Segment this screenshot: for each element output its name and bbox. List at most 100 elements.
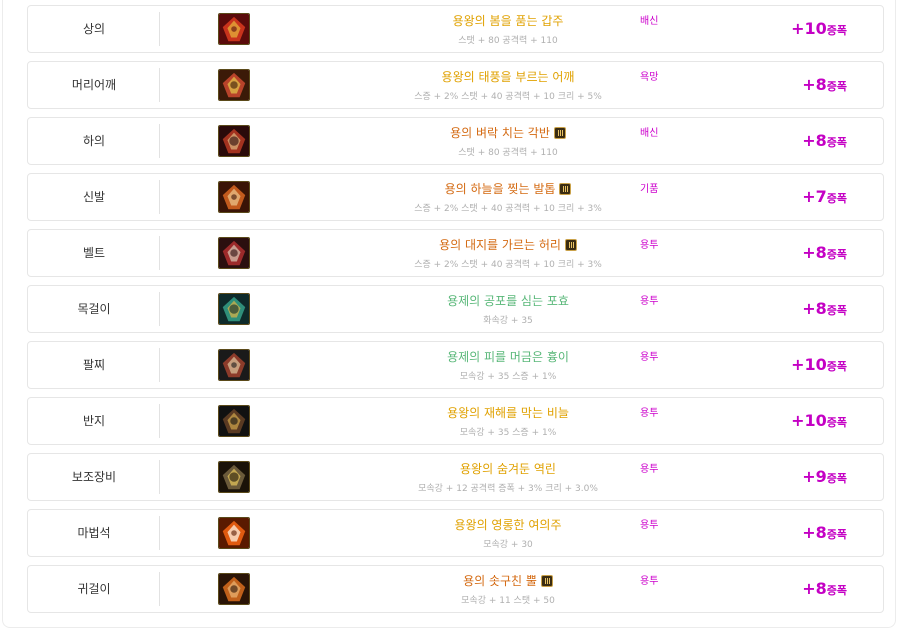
amplify-value: +9 [802,467,827,486]
item-name-text: 용의 솟구친 뿔 [463,574,537,588]
amplify-level: +8증폭 [802,579,847,598]
tier-three-icon [540,575,553,587]
item-stats: 스탯 + 80 공격력 + 110 [458,36,558,46]
item-stats: 모속강 + 30 [483,540,533,550]
slot-label: 상의 [82,22,106,36]
slot-label: 목걸이 [77,302,111,316]
equipment-row-11[interactable]: 귀걸이 용의 솟구친 뿔 모속강 + 11 스탯 + 50 용투 +8증폭 [27,565,884,613]
slot-label: 벨트 [82,246,106,260]
slot-label: 머리어깨 [71,78,117,92]
set-tag: 욕망 [640,72,659,83]
divider [159,348,160,382]
divider [159,180,160,214]
divider [159,236,160,270]
amplify-value: +8 [802,299,827,318]
tier-three-icon [553,127,566,139]
set-tag: 용투 [640,296,659,307]
equipment-row-3[interactable]: 하의 용의 벼락 치는 각반 스탯 + 80 공격력 + 110 배신 +8증폭 [27,117,884,165]
dragon-armor-top-icon[interactable] [218,13,250,45]
item-name-text: 용왕의 영롱한 여의주 [454,518,562,532]
amplify-value: +8 [802,131,827,150]
slot-label: 하의 [82,134,106,148]
amplify-level: +10증폭 [791,355,847,374]
dragon-orb-icon[interactable] [218,517,250,549]
equipment-row-7[interactable]: 팔찌 용제의 피를 머금은 흉이 모속강 + 35 스증 + 1% 용투 +10… [27,341,884,389]
amplify-value: +10 [791,411,827,430]
slot-label: 팔찌 [82,358,106,372]
equipment-row-8[interactable]: 반지 용왕의 재해를 막는 비늘 모속강 + 35 스증 + 1% 용투 +10… [27,397,884,445]
dragon-scale-subequip-icon[interactable] [218,461,250,493]
set-tag: 용투 [640,408,659,419]
item-name-text: 용왕의 봄을 품는 갑주 [452,14,564,28]
item-name-text: 용왕의 태풍을 부르는 어깨 [441,70,575,84]
amplify-unit: 증폭 [826,304,847,317]
divider [159,12,160,46]
amplify-level: +10증폭 [791,19,847,38]
amplify-unit: 증폭 [826,472,847,485]
set-tag: 용투 [640,464,659,475]
amplify-unit: 증폭 [826,248,847,261]
item-stats: 모속강 + 35 스증 + 1% [459,428,557,438]
item-name-text: 용제의 피를 머금은 흉이 [447,350,569,364]
dragon-earring-icon[interactable] [218,573,250,605]
amplify-level: +8증폭 [802,299,847,318]
equipment-list: 상의 용왕의 봄을 품는 갑주 스탯 + 80 공격력 + 110 배신 +10… [27,5,884,621]
item-name-text: 용의 벼락 치는 각반 [450,126,550,140]
item-name-text: 용왕의 숨겨둔 역린 [460,462,556,476]
set-tag: 용투 [640,352,659,363]
amplify-value: +8 [802,579,827,598]
dragon-bracelet-icon[interactable] [218,349,250,381]
item-stats: 스탯 + 80 공격력 + 110 [458,148,558,158]
divider [159,516,160,550]
amplify-level: +8증폭 [802,75,847,94]
equipment-row-1[interactable]: 상의 용왕의 봄을 품는 갑주 스탯 + 80 공격력 + 110 배신 +10… [27,5,884,53]
equipment-row-2[interactable]: 머리어깨 용왕의 태풍을 부르는 어깨 스증 + 2% 스탯 + 40 공격력 … [27,61,884,109]
set-tag: 배신 [640,16,659,27]
divider [159,68,160,102]
tier-three-icon [559,183,572,195]
item-name-text: 용왕의 재해를 막는 비늘 [447,406,569,420]
equipment-row-4[interactable]: 신발 용의 하늘을 찢는 발톱 스증 + 2% 스탯 + 40 공격력 + 10… [27,173,884,221]
set-tag: 용투 [640,576,659,587]
amplify-unit: 증폭 [826,528,847,541]
amplify-unit: 증폭 [826,80,847,93]
item-stats: 스증 + 2% 스탯 + 40 공격력 + 10 크리 + 3% [414,204,602,214]
set-tag: 용투 [640,520,659,531]
amplify-unit: 증폭 [826,136,847,149]
slot-label: 신발 [82,190,106,204]
amplify-unit: 증폭 [826,360,847,373]
dragon-necklace-icon[interactable] [218,293,250,325]
tier-three-icon [564,239,577,251]
amplify-value: +8 [802,75,827,94]
amplify-value: +8 [802,243,827,262]
equipment-panel: 상의 용왕의 봄을 품는 갑주 스탯 + 80 공격력 + 110 배신 +10… [2,0,896,628]
dragon-ring-icon[interactable] [218,405,250,437]
item-stats: 모속강 + 11 스탯 + 50 [461,596,555,606]
item-stats: 모속강 + 12 공격력 증폭 + 3% 크리 + 3.0% [418,484,598,494]
dragon-boots-icon[interactable] [218,181,250,213]
item-name-text: 용의 하늘을 찢는 발톱 [444,182,556,196]
item-stats: 스증 + 2% 스탯 + 40 공격력 + 10 크리 + 5% [414,92,602,102]
equipment-row-9[interactable]: 보조장비 용왕의 숨겨둔 역린 모속강 + 12 공격력 증폭 + 3% 크리 … [27,453,884,501]
equipment-row-10[interactable]: 마법석 용왕의 영롱한 여의주 모속강 + 30 용투 +8증폭 [27,509,884,557]
item-stats: 스증 + 2% 스탯 + 40 공격력 + 10 크리 + 3% [414,260,602,270]
amplify-unit: 증폭 [826,24,847,37]
amplify-value: +8 [802,523,827,542]
dragon-pants-icon[interactable] [218,125,250,157]
equipment-row-5[interactable]: 벨트 용의 대지를 가르는 허리 스증 + 2% 스탯 + 40 공격력 + 1… [27,229,884,277]
amplify-value: +10 [791,355,827,374]
slot-label: 귀걸이 [77,582,111,596]
divider [159,460,160,494]
dragon-belt-icon[interactable] [218,237,250,269]
divider [159,292,160,326]
amplify-level: +8증폭 [802,131,847,150]
dragon-shoulder-icon[interactable] [218,69,250,101]
slot-label: 반지 [82,414,106,428]
amplify-level: +8증폭 [802,243,847,262]
slot-label: 보조장비 [71,470,117,484]
divider [159,124,160,158]
equipment-row-6[interactable]: 목걸이 용제의 공포를 심는 포효 화속강 + 35 용투 +8증폭 [27,285,884,333]
amplify-value: +7 [802,187,827,206]
set-tag: 기품 [640,184,659,195]
amplify-unit: 증폭 [826,416,847,429]
